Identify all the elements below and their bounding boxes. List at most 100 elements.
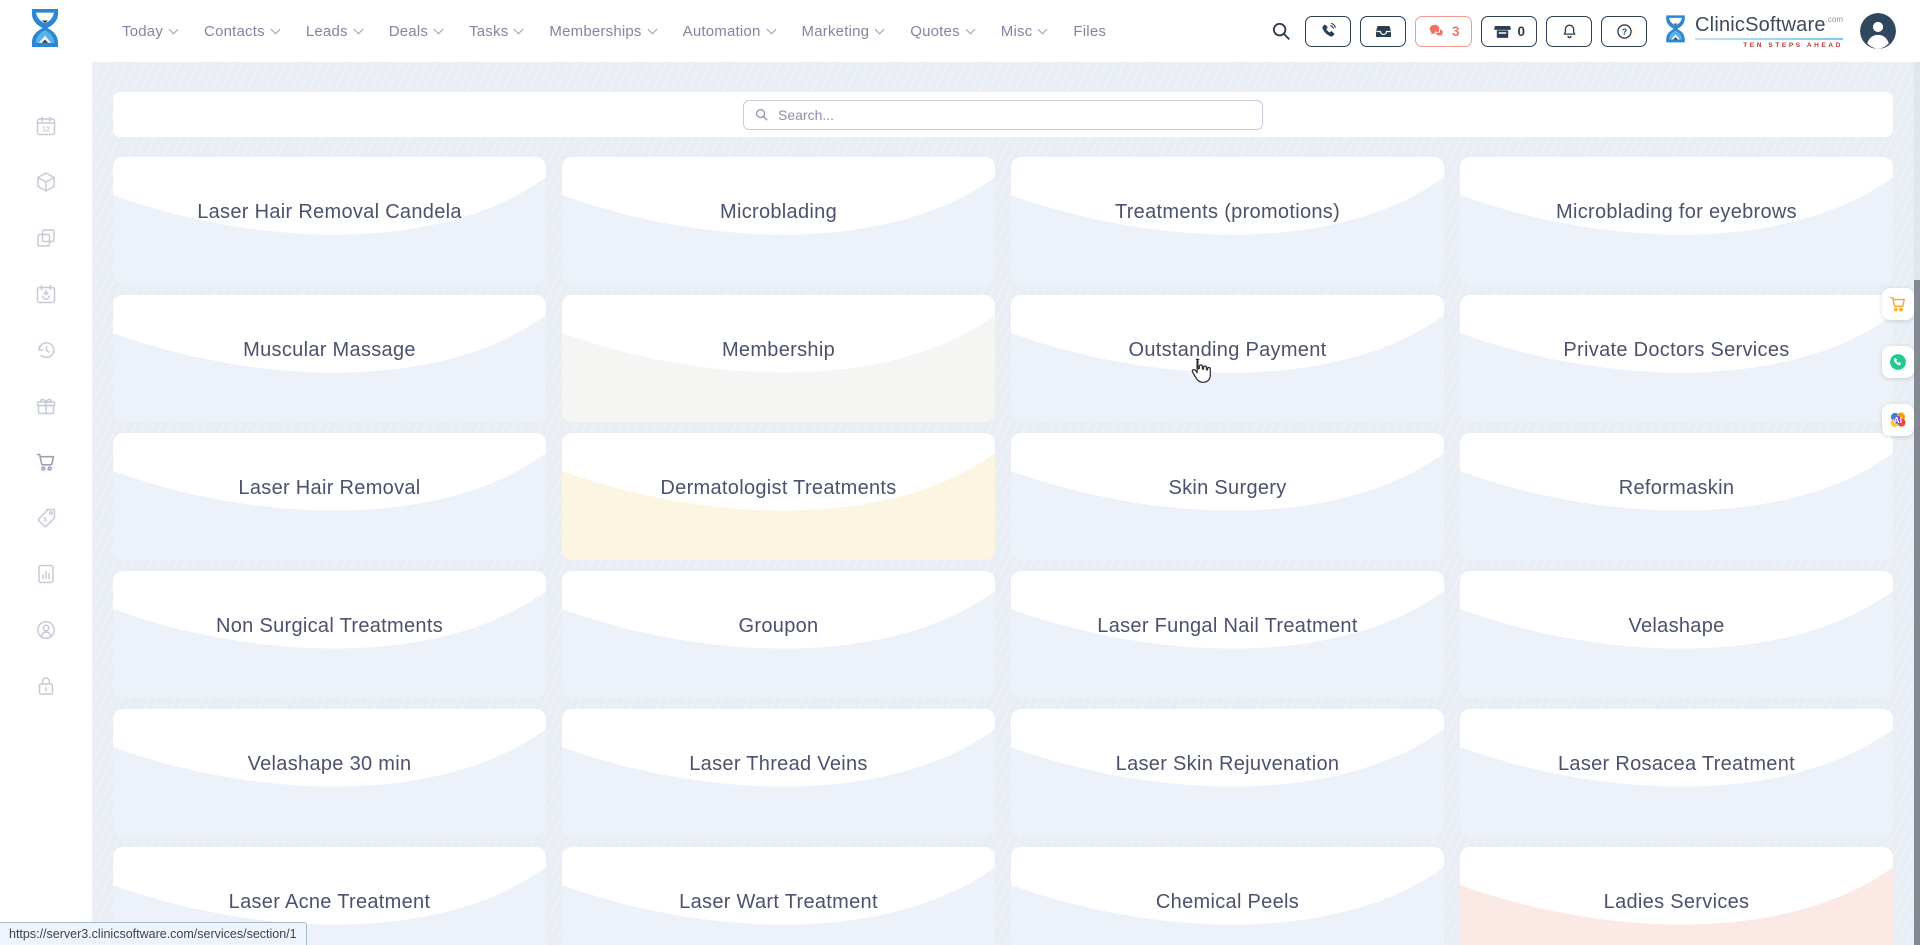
chevron-down-icon	[514, 24, 524, 34]
sidebar-item-shop[interactable]	[34, 450, 58, 474]
status-bar: https://server3.clinicsoftware.com/servi…	[0, 922, 307, 945]
sidebar-item-account[interactable]	[34, 618, 58, 642]
service-card-groupon[interactable]: Groupon	[562, 571, 995, 698]
service-card-microblading-for-eyebrows[interactable]: Microblading for eyebrows	[1460, 157, 1893, 284]
chat-count-badge: 3	[1452, 24, 1460, 39]
service-card-chemical-peels[interactable]: Chemical Peels	[1011, 847, 1444, 945]
help-button[interactable]: ?	[1601, 16, 1647, 47]
app-logo-hourglass-icon	[26, 7, 64, 55]
notifications-button[interactable]	[1546, 16, 1592, 47]
cart-icon	[1888, 294, 1908, 314]
nav-item-tasks[interactable]: Tasks	[469, 23, 522, 40]
nav-item-quotes[interactable]: Quotes	[910, 23, 974, 40]
service-card-laser-wart-treatment[interactable]: Laser Wart Treatment	[562, 847, 995, 945]
lock-icon	[34, 685, 58, 702]
sidebar-item-history[interactable]	[34, 338, 58, 362]
sidebar-item-bookings[interactable]	[34, 282, 58, 306]
nav-item-leads[interactable]: Leads	[306, 23, 362, 40]
service-card-dermatologist-treatments[interactable]: Dermatologist Treatments	[562, 433, 995, 560]
bell-icon	[1560, 22, 1579, 41]
chevron-down-icon	[766, 24, 776, 34]
service-card-treatments-promotions[interactable]: Treatments (promotions)	[1011, 157, 1444, 284]
inbox-button[interactable]	[1360, 16, 1406, 47]
service-card-laser-hair-removal[interactable]: Laser Hair Removal	[113, 433, 546, 560]
brand-logo: ClinicSoftware.com TEN STEPS AHEAD	[1662, 13, 1843, 49]
chat-icon	[1427, 22, 1446, 41]
search-icon[interactable]	[1270, 20, 1292, 42]
search-input[interactable]	[778, 107, 1252, 123]
pos-button[interactable]: 0	[1481, 16, 1538, 47]
phone-icon	[1319, 22, 1338, 41]
service-card-outstanding-payment[interactable]: Outstanding Payment	[1011, 295, 1444, 422]
ai-float-button[interactable]: AI	[1882, 404, 1914, 436]
service-card-muscular-massage[interactable]: Muscular Massage	[113, 295, 546, 422]
cart-float-button[interactable]	[1882, 288, 1914, 320]
chevron-down-icon	[1038, 24, 1048, 34]
search-box	[743, 100, 1263, 130]
brand-underline	[1695, 38, 1843, 40]
whatsapp-float-button[interactable]	[1882, 346, 1914, 378]
nav-item-files[interactable]: Files	[1073, 23, 1106, 40]
service-card-non-surgical-treatments[interactable]: Non Surgical Treatments	[113, 571, 546, 698]
sidebar-nav: 12 $	[0, 62, 92, 945]
services-grid: Laser Hair Removal CandelaMicrobladingTr…	[113, 157, 1893, 945]
whatsapp-icon	[1888, 352, 1908, 372]
nav-item-automation[interactable]: Automation	[683, 23, 775, 40]
scrollbar-thumb[interactable]	[1914, 280, 1920, 945]
service-card-microblading[interactable]: Microblading	[562, 157, 995, 284]
main-nav: Today Contacts Leads Deals Tasks Memberships A…	[122, 0, 1106, 62]
service-card-skin-surgery[interactable]: Skin Surgery	[1011, 433, 1444, 560]
sidebar-item-pages[interactable]	[34, 226, 58, 250]
sidebar-item-security[interactable]	[34, 674, 58, 698]
brand-name: ClinicSoftware	[1695, 14, 1826, 37]
nav-item-contacts[interactable]: Contacts	[204, 23, 279, 40]
floating-buttons: AI	[1882, 288, 1914, 462]
service-card-velashape[interactable]: Velashape	[1460, 571, 1893, 698]
svg-text:12: 12	[42, 127, 50, 134]
cube-icon	[34, 181, 58, 198]
top-header: Today Contacts Leads Deals Tasks Memberships A…	[0, 0, 1920, 62]
status-url: https://server3.clinicsoftware.com/servi…	[9, 927, 297, 941]
sidebar-item-gifts[interactable]	[34, 394, 58, 418]
nav-item-misc[interactable]: Misc	[1001, 23, 1047, 40]
gift-icon	[34, 405, 58, 422]
chat-button[interactable]: 3	[1415, 16, 1472, 47]
sidebar-item-reports[interactable]	[34, 562, 58, 586]
chevron-down-icon	[270, 24, 280, 34]
chevron-down-icon	[875, 24, 885, 34]
service-card-laser-hair-removal-candela[interactable]: Laser Hair Removal Candela	[113, 157, 546, 284]
service-card-membership[interactable]: Membership	[562, 295, 995, 422]
user-circle-icon	[34, 629, 58, 646]
sidebar-item-pricing[interactable]: $	[34, 506, 58, 530]
svg-text:$: $	[43, 517, 47, 524]
cart-icon	[34, 461, 58, 478]
service-card-laser-skin-rejuvenation[interactable]: Laser Skin Rejuvenation	[1011, 709, 1444, 836]
service-card-laser-thread-veins[interactable]: Laser Thread Veins	[562, 709, 995, 836]
svg-text:?: ?	[1621, 26, 1626, 36]
sidebar-item-products[interactable]	[34, 170, 58, 194]
service-card-private-doctors-services[interactable]: Private Doctors Services	[1460, 295, 1893, 422]
service-card-laser-fungal-nail-treatment[interactable]: Laser Fungal Nail Treatment	[1011, 571, 1444, 698]
service-card-reformaskin[interactable]: Reformaskin	[1460, 433, 1893, 560]
report-icon	[34, 573, 58, 590]
main-content: Laser Hair Removal CandelaMicrobladingTr…	[92, 62, 1914, 945]
brand-tld: .com	[1826, 15, 1843, 24]
nav-item-today[interactable]: Today	[122, 23, 177, 40]
nav-item-memberships[interactable]: Memberships	[549, 23, 655, 40]
chevron-down-icon	[353, 24, 363, 34]
phone-button[interactable]	[1305, 16, 1351, 47]
store-icon	[1493, 22, 1512, 41]
hourglass-icon	[1662, 13, 1689, 49]
search-card	[113, 92, 1893, 137]
nav-item-deals[interactable]: Deals	[389, 23, 442, 40]
service-card-velashape-30-min[interactable]: Velashape 30 min	[113, 709, 546, 836]
calendar-down-icon	[34, 293, 58, 310]
service-card-ladies-services[interactable]: Ladies Services	[1460, 847, 1893, 945]
sidebar-item-calendar[interactable]: 12	[34, 114, 58, 138]
user-avatar[interactable]	[1860, 13, 1896, 49]
nav-item-marketing[interactable]: Marketing	[802, 23, 884, 40]
chevron-down-icon	[434, 24, 444, 34]
help-icon: ?	[1615, 22, 1634, 41]
service-card-laser-rosacea-treatment[interactable]: Laser Rosacea Treatment	[1460, 709, 1893, 836]
search-icon	[754, 107, 769, 122]
